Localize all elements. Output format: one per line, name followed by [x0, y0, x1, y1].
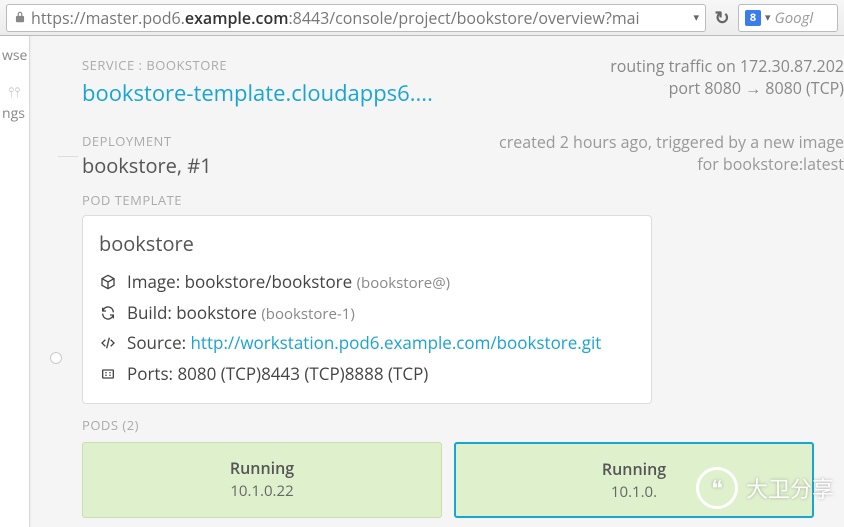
main-content: SERVICE : BOOKSTORE bookstore-template.c… — [30, 36, 844, 527]
service-header: SERVICE : BOOKSTORE bookstore-template.c… — [82, 56, 844, 108]
build-row: Build: bookstore (bookstore-1) — [99, 298, 635, 329]
url-host: example.com — [185, 7, 289, 29]
watermark-text: 大卫分享 — [746, 472, 834, 504]
pod-template-card: bookstore Image: bookstore/bookstore (bo… — [82, 215, 652, 404]
sidebar-item-browse[interactable]: wse — [0, 46, 29, 65]
watermark: ❝ 大卫分享 — [696, 467, 834, 509]
source-label: Source: — [127, 331, 186, 354]
build-sub: (bookstore-1) — [261, 304, 354, 324]
ports-row: Ports: 8080 (TCP)8443 (TCP)8888 (TCP) — [99, 359, 635, 390]
ports-icon — [99, 366, 117, 382]
deployment-label: DEPLOYMENT — [82, 132, 212, 150]
deployment-created: created 2 hours ago, triggered by a new … — [232, 132, 844, 175]
sidebar: wse ⫯⫯ ngs — [0, 36, 30, 527]
source-row: Source: http://workstation.pod6.example.… — [99, 328, 635, 359]
search-engine-dropdown-icon[interactable]: ▾ — [765, 10, 771, 25]
pods-label: PODS (2) — [82, 416, 844, 434]
url-suffix: :8443/console/project/bookstore/overview… — [288, 7, 639, 29]
image-sub: (bookstore@) — [357, 273, 450, 293]
reload-button[interactable]: ↻ — [710, 6, 734, 30]
sliders-icon: ⫯⫯ — [2, 83, 20, 102]
routing-line1: routing traffic on 172.30.87.202 — [610, 56, 844, 78]
image-row: Image: bookstore/bookstore (bookstore@) — [99, 267, 635, 298]
url-bar[interactable]: https://master.pod6.example.com:8443/con… — [6, 4, 706, 32]
pod-template-label: POD TEMPLATE — [82, 191, 844, 209]
timeline-marker-icon — [50, 352, 62, 364]
pod-card[interactable]: Running 10.1.0.22 — [82, 442, 442, 518]
image-label: Image: — [127, 270, 180, 293]
ports-value: 8080 (TCP)8443 (TCP)8888 (TCP) — [177, 362, 428, 385]
cube-icon — [99, 274, 117, 290]
refresh-icon — [99, 305, 117, 321]
pod-template-title: bookstore — [99, 230, 635, 257]
url-prefix: https://master.pod6. — [31, 7, 185, 29]
created-line2: for bookstore:latest — [232, 154, 844, 176]
build-label: Build: — [127, 301, 172, 324]
sidebar-label: ngs — [2, 104, 25, 123]
ports-label: Ports: — [127, 362, 173, 385]
source-link[interactable]: http://workstation.pod6.example.com/book… — [191, 331, 602, 354]
url-text: https://master.pod6.example.com:8443/con… — [31, 7, 689, 29]
divider — [58, 156, 78, 157]
search-box[interactable]: 8 ▾ Googl — [738, 4, 838, 32]
deployment-title: bookstore, #1 — [82, 152, 212, 179]
code-icon — [99, 335, 117, 351]
browser-toolbar: https://master.pod6.example.com:8443/con… — [0, 0, 844, 36]
routing-info: routing traffic on 172.30.87.202 port 80… — [610, 56, 844, 99]
sidebar-item-settings[interactable]: ⫯⫯ ngs — [0, 83, 29, 123]
pod-status: Running — [91, 457, 433, 479]
pod-ip: 10.1.0.22 — [91, 481, 433, 501]
service-label: SERVICE : BOOKSTORE — [82, 56, 590, 74]
search-placeholder: Googl — [775, 8, 814, 28]
url-dropdown-icon[interactable]: ▾ — [693, 10, 699, 25]
google-icon: 8 — [745, 10, 761, 26]
deployment-header: DEPLOYMENT bookstore, #1 created 2 hours… — [82, 132, 844, 179]
created-line1: created 2 hours ago, triggered by a new … — [232, 132, 844, 154]
sidebar-label: wse — [2, 46, 27, 65]
build-value: bookstore — [176, 301, 257, 324]
routing-line2: port 8080 → 8080 (TCP) — [610, 78, 844, 100]
lock-icon — [13, 7, 27, 29]
service-route-link[interactable]: bookstore-template.cloudapps6.... — [82, 78, 433, 108]
wechat-icon: ❝ — [696, 467, 738, 509]
image-value: bookstore/bookstore — [185, 270, 353, 293]
